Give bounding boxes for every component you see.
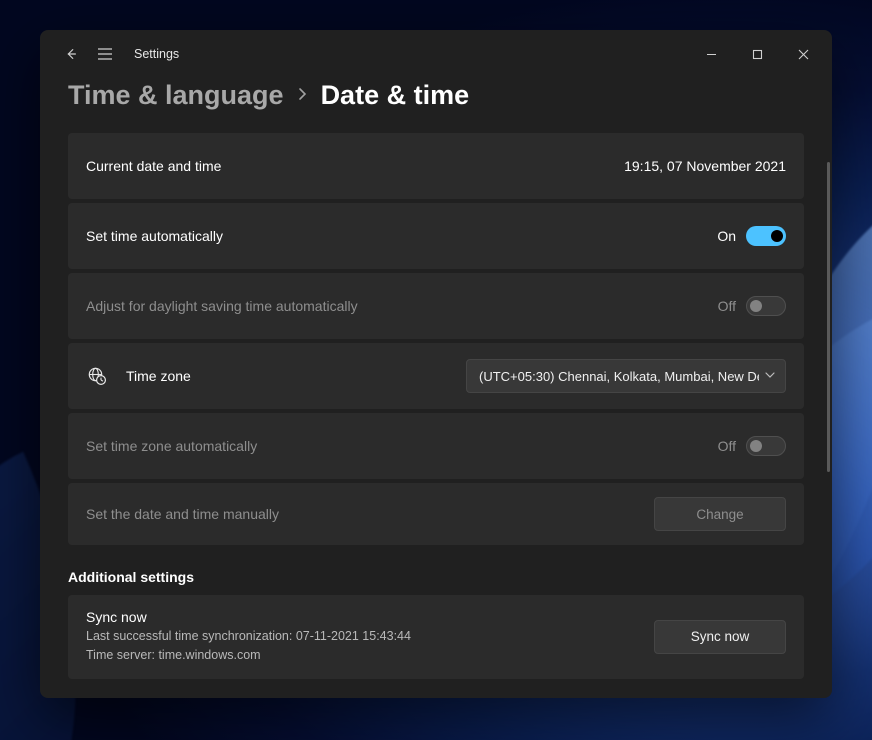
hamburger-icon <box>97 48 113 60</box>
row-manual-datetime: Set the date and time manually Change <box>68 483 804 545</box>
app-title: Settings <box>134 47 179 61</box>
row-label: Current date and time <box>86 158 221 174</box>
settings-list: Current date and time 19:15, 07 November… <box>68 133 804 693</box>
sync-server-text: Time server: time.windows.com <box>86 646 654 665</box>
row-label: Adjust for daylight saving time automati… <box>86 298 358 314</box>
breadcrumb-parent[interactable]: Time & language <box>68 80 284 111</box>
sync-last-text: Last successful time synchronization: 07… <box>86 627 654 646</box>
row-label: Set time automatically <box>86 228 223 244</box>
close-icon <box>798 49 809 60</box>
row-label: Time zone <box>126 368 191 384</box>
dst-toggle <box>746 296 786 316</box>
row-current-datetime: Current date and time 19:15, 07 November… <box>68 133 804 199</box>
auto-tz-toggle <box>746 436 786 456</box>
row-timezone: Time zone (UTC+05:30) Chennai, Kolkata, … <box>68 343 804 409</box>
titlebar: Settings <box>40 30 832 78</box>
row-auto-timezone: Set time zone automatically Off <box>68 413 804 479</box>
settings-window: Settings Time & language Date & time Cur… <box>40 30 832 698</box>
row-sync-now: Sync now Last successful time synchroniz… <box>68 595 804 679</box>
row-dst: Adjust for daylight saving time automati… <box>68 273 804 339</box>
toggle-state-text: Off <box>718 298 736 314</box>
current-datetime-value: 19:15, 07 November 2021 <box>624 158 786 174</box>
timezone-dropdown[interactable]: (UTC+05:30) Chennai, Kolkata, Mumbai, Ne… <box>466 359 786 393</box>
row-label: Set time zone automatically <box>86 438 257 454</box>
breadcrumb-current: Date & time <box>321 80 470 111</box>
maximize-icon <box>752 49 763 60</box>
maximize-button[interactable] <box>734 38 780 70</box>
back-arrow-icon <box>64 47 78 61</box>
minimize-button[interactable] <box>688 38 734 70</box>
change-button: Change <box>654 497 786 531</box>
close-button[interactable] <box>780 38 826 70</box>
row-auto-time: Set time automatically On <box>68 203 804 269</box>
breadcrumb: Time & language Date & time <box>68 80 804 111</box>
content-area: Time & language Date & time Current date… <box>40 78 832 698</box>
minimize-icon <box>706 49 717 60</box>
section-header-additional: Additional settings <box>68 569 804 585</box>
nav-menu-button[interactable] <box>88 38 122 70</box>
chevron-down-icon <box>765 370 775 382</box>
toggle-state-text: On <box>717 228 736 244</box>
sync-title: Sync now <box>86 609 654 625</box>
back-button[interactable] <box>54 38 88 70</box>
auto-time-toggle[interactable] <box>746 226 786 246</box>
dropdown-selected-text: (UTC+05:30) Chennai, Kolkata, Mumbai, Ne… <box>479 369 759 384</box>
chevron-right-icon <box>298 87 307 105</box>
globe-clock-icon <box>86 365 108 387</box>
scrollbar[interactable] <box>827 162 830 472</box>
sync-now-button[interactable]: Sync now <box>654 620 786 654</box>
row-label: Set the date and time manually <box>86 506 279 522</box>
toggle-state-text: Off <box>718 438 736 454</box>
